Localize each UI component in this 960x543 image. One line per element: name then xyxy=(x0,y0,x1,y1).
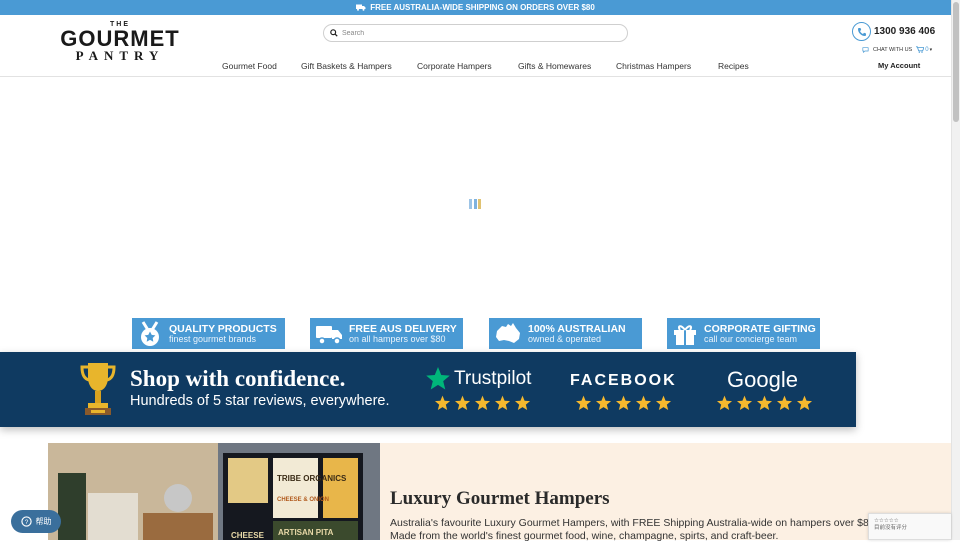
star-icon xyxy=(474,395,491,416)
loading-spinner xyxy=(469,199,481,209)
band-subline: Hundreds of 5 star reviews, everywhere. xyxy=(130,393,390,409)
star-icon xyxy=(494,395,511,416)
help-icon: ? xyxy=(20,516,32,527)
usp-subtitle: finest gourmet brands xyxy=(169,333,257,344)
star-icon xyxy=(756,395,773,416)
trustpilot-star-icon xyxy=(426,367,450,390)
star-icon xyxy=(514,395,531,416)
search-bar[interactable] xyxy=(323,24,628,42)
svg-text:?: ? xyxy=(24,519,28,526)
search-icon[interactable] xyxy=(330,29,338,37)
trustpilot-text: Trustpilot xyxy=(454,367,532,389)
phone-number[interactable]: 1300 936 406 xyxy=(874,26,935,37)
usp-title: FREE AUS DELIVERY xyxy=(349,322,457,335)
feature-description-line2: Made from the world's finest gourmet foo… xyxy=(390,530,779,542)
medal-icon xyxy=(141,320,159,346)
feature-description: Australia's favourite Luxury Gourmet Ham… xyxy=(390,517,910,543)
usp-free-delivery[interactable]: FREE AUS DELIVERY on all hampers over $80 xyxy=(310,318,463,349)
chat-icon[interactable] xyxy=(862,46,869,53)
usp-australian[interactable]: 100% AUSTRALIAN owned & operated xyxy=(489,318,642,349)
usp-subtitle: owned & operated xyxy=(528,333,602,344)
feature-description-line1: Australia's favourite Luxury Gourmet Ham… xyxy=(390,517,878,529)
truck-icon xyxy=(316,325,342,345)
trophy-icon xyxy=(80,363,116,415)
star-icon xyxy=(434,395,451,416)
help-label: 帮助 xyxy=(35,517,52,526)
phone-contact[interactable]: 1300 936 406 xyxy=(852,22,935,41)
image-text-cheese-onion: CHEESE & ONION xyxy=(277,497,329,503)
usp-quality-products[interactable]: QUALITY PRODUCTS finest gourmet brands xyxy=(132,318,285,349)
feature-title: Luxury Gourmet Hampers xyxy=(390,488,610,509)
google-rating xyxy=(716,395,813,416)
image-text-artisan-pita: ARTISAN PITA xyxy=(278,528,334,537)
star-icon xyxy=(595,395,612,416)
usp-title: CORPORATE GIFTING xyxy=(704,322,816,335)
nav-item-christmas-hampers[interactable]: Christmas Hampers xyxy=(616,61,718,71)
image-text-tribe: TRIBE ORGANICS xyxy=(277,474,347,483)
scrollbar[interactable] xyxy=(951,0,960,540)
nav-item-gourmet-food[interactable]: Gourmet Food xyxy=(222,61,301,71)
nav-item-gifts-homewares[interactable]: Gifts & Homewares xyxy=(518,61,616,71)
usp-subtitle: on all hampers over $80 xyxy=(349,333,446,344)
chat-and-cart: CHAT WITH US 0 ▾ xyxy=(862,46,932,53)
band-headline: Shop with confidence. xyxy=(130,366,346,391)
logo[interactable]: THE GOURMET PANTRY xyxy=(60,21,180,62)
star-icon xyxy=(716,395,733,416)
star-icon xyxy=(454,395,471,416)
truck-icon xyxy=(356,4,366,11)
usp-title: 100% AUSTRALIAN xyxy=(528,322,626,335)
star-icon xyxy=(736,395,753,416)
star-icon xyxy=(776,395,793,416)
site-header: THE GOURMET PANTRY 1300 936 406 CHAT WIT… xyxy=(0,15,951,77)
usp-title: QUALITY PRODUCTS xyxy=(169,322,277,335)
hamper-illustration: TRIBE ORGANICS CHEESE & ONION ARTISAN PI… xyxy=(48,443,380,540)
rating-widget-stars: ☆☆☆☆☆ xyxy=(874,518,899,524)
usp-corporate-gifting[interactable]: CORPORATE GIFTING call our concierge team xyxy=(667,318,820,349)
gift-icon xyxy=(674,324,696,345)
announcement-text: FREE AUSTRALIA-WIDE SHIPPING ON ORDERS O… xyxy=(370,3,595,12)
logo-gourmet: GOURMET xyxy=(60,26,180,51)
star-icon xyxy=(615,395,632,416)
search-input[interactable] xyxy=(342,29,612,37)
image-text-cheese: CHEESE xyxy=(231,531,265,540)
star-icon xyxy=(635,395,652,416)
logo-pantry: PANTRY xyxy=(75,48,165,63)
scrollbar-thumb[interactable] xyxy=(953,2,959,122)
announcement-bar: FREE AUSTRALIA-WIDE SHIPPING ON ORDERS O… xyxy=(0,0,951,15)
rating-widget-text: 目前没有评分 xyxy=(874,525,908,531)
usp-subtitle: call our concierge team xyxy=(704,333,798,344)
cart-icon xyxy=(916,46,925,53)
cart-count: 0 xyxy=(925,46,929,53)
facebook-rating xyxy=(575,395,672,416)
chat-link[interactable]: CHAT WITH US xyxy=(873,47,912,53)
cart-button[interactable]: 0 ▾ xyxy=(916,46,932,53)
star-icon xyxy=(575,395,592,416)
help-button[interactable]: ? 帮助 xyxy=(11,510,61,533)
feature-panel: Luxury Gourmet Hampers Australia's favou… xyxy=(380,443,951,543)
reviews-band: Shop with confidence. Hundreds of 5 star… xyxy=(0,352,856,427)
trustpilot-logo[interactable]: Trustpilot xyxy=(425,366,531,391)
hamper-product-image: TRIBE ORGANICS CHEESE & ONION ARTISAN PI… xyxy=(48,443,380,540)
star-icon xyxy=(796,395,813,416)
star-icon xyxy=(655,395,672,416)
chevron-down-icon: ▾ xyxy=(929,46,933,53)
nav-item-recipes[interactable]: Recipes xyxy=(718,61,749,71)
my-account-link[interactable]: My Account xyxy=(878,61,920,70)
google-logo[interactable]: Google xyxy=(727,367,798,393)
rating-widget[interactable]: ☆☆☆☆☆ 目前没有评分 xyxy=(868,513,951,540)
nav-item-gift-baskets[interactable]: Gift Baskets & Hampers xyxy=(301,61,417,71)
main-nav: Gourmet Food Gift Baskets & Hampers Corp… xyxy=(222,61,749,71)
trustpilot-rating xyxy=(434,395,531,416)
nav-item-corporate-hampers[interactable]: Corporate Hampers xyxy=(417,61,518,71)
facebook-logo[interactable]: FACEBOOK xyxy=(570,372,677,390)
phone-icon xyxy=(852,22,871,41)
australia-map-icon xyxy=(496,322,520,343)
